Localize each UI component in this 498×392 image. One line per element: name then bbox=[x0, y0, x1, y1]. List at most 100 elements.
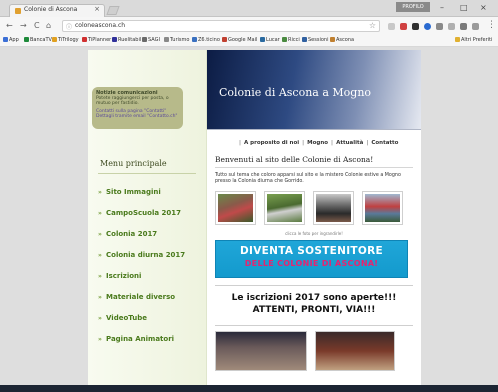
bookmark-item[interactable]: Ricci bbox=[282, 37, 300, 43]
notice-link[interactable]: Dettagli tramite email "Contatto.ch" bbox=[96, 114, 179, 119]
sostenitore-banner[interactable]: DIVENTA SOSTENITORE DELLE COLONIE DI ASC… bbox=[215, 240, 408, 278]
bookmark-label: TiTrilogy bbox=[58, 37, 79, 43]
browser-tab[interactable]: Colonie di Ascona × bbox=[9, 4, 105, 17]
site-title: Colonie di Ascona a Mogno bbox=[219, 86, 372, 99]
bookmark-label: Lucar bbox=[266, 37, 280, 43]
menu-item[interactable]: Colonia 2017 bbox=[98, 230, 204, 239]
bookmark-item[interactable]: Sessioni bbox=[302, 37, 328, 43]
info-icon[interactable]: ⓘ bbox=[66, 22, 72, 31]
bookmark-icon bbox=[222, 37, 227, 42]
bookmark-item[interactable]: TiPlanner bbox=[82, 37, 111, 43]
bookmark-label: Turismo bbox=[170, 37, 190, 43]
gallery-photo[interactable] bbox=[264, 191, 305, 225]
divider bbox=[215, 167, 413, 168]
photo-gallery bbox=[215, 191, 413, 227]
bookmark-item[interactable]: App bbox=[3, 37, 19, 43]
divider bbox=[215, 285, 413, 286]
menu-item[interactable]: Materiale diverso bbox=[98, 293, 204, 302]
extension-icon[interactable] bbox=[388, 23, 395, 30]
new-tab-button[interactable] bbox=[106, 6, 120, 15]
bookmark-item[interactable]: BancaTV bbox=[24, 37, 52, 43]
iscrizioni-line-1: Le iscrizioni 2017 sono aperte!!! bbox=[231, 293, 397, 303]
extension-icon[interactable] bbox=[448, 23, 455, 30]
extension-icon[interactable] bbox=[412, 23, 419, 30]
bookmark-icon bbox=[260, 37, 265, 42]
bookmark-label: Ruelitabil bbox=[118, 37, 142, 43]
menu-item[interactable]: Iscrizioni bbox=[98, 272, 204, 281]
nav-link[interactable]: A proposito di noi bbox=[244, 140, 299, 146]
menu-item[interactable]: Pagina Animatori bbox=[98, 335, 204, 344]
nav-link[interactable]: Contatto bbox=[371, 140, 398, 146]
thumbnail-image[interactable] bbox=[315, 331, 395, 371]
nav-link[interactable]: Attualità bbox=[336, 140, 363, 146]
bookmark-item[interactable]: SAGI bbox=[142, 37, 160, 43]
bookmark-item[interactable]: Ruelitabil bbox=[112, 37, 141, 43]
welcome-heading: Benvenuti al sito delle Colonie di Ascon… bbox=[215, 155, 374, 164]
extension-icon[interactable] bbox=[460, 23, 467, 30]
close-window-button[interactable]: × bbox=[480, 3, 487, 12]
thumbnail-image[interactable] bbox=[215, 331, 307, 371]
nav-separator: | bbox=[331, 140, 334, 146]
browser-toolbar: ← → C ⌂ ⓘ coloneascona.ch ☆ ⋮ bbox=[0, 17, 498, 36]
bookmark-icon bbox=[82, 37, 87, 42]
menu-title: Menu principale bbox=[100, 159, 167, 168]
address-bar[interactable]: ⓘ coloneascona.ch ☆ bbox=[62, 20, 380, 32]
bookmark-label: App bbox=[9, 37, 19, 43]
reload-button[interactable]: C bbox=[34, 21, 40, 30]
menu-item[interactable]: Sito Immagini bbox=[98, 188, 204, 197]
iscrizioni-heading: Le iscrizioni 2017 sono aperte!!! ATTENT… bbox=[215, 292, 413, 316]
minimize-button[interactable]: – bbox=[440, 3, 444, 12]
forward-button[interactable]: → bbox=[20, 21, 27, 30]
nav-separator: | bbox=[302, 140, 305, 146]
bookmark-star-icon[interactable]: ☆ bbox=[369, 21, 376, 30]
profile-button[interactable]: PROFILO bbox=[396, 2, 430, 12]
bookmark-label: Google Mail bbox=[228, 37, 258, 43]
bookmark-label: Altri Preferiti bbox=[461, 37, 493, 43]
bookmark-icon bbox=[455, 37, 460, 42]
extension-icon[interactable] bbox=[400, 23, 407, 30]
close-tab-icon[interactable]: × bbox=[94, 5, 100, 13]
gallery-photo[interactable] bbox=[215, 191, 256, 225]
bookmark-item[interactable]: Google Mail bbox=[222, 37, 257, 43]
nav-link[interactable]: Mogno bbox=[307, 140, 328, 146]
bookmark-label: Ricci bbox=[288, 37, 300, 43]
bookmark-label: Sessioni bbox=[308, 37, 329, 43]
os-taskbar bbox=[0, 385, 498, 392]
bookmark-icon bbox=[302, 37, 307, 42]
site-banner: Colonie di Ascona a Mogno bbox=[207, 50, 421, 130]
bookmark-icon bbox=[282, 37, 287, 42]
tab-bar: Colonie di Ascona × PROFILO – □ × bbox=[0, 0, 498, 17]
site-frame: Notizie comunicazioni Potete raggiungerc… bbox=[88, 50, 421, 392]
bookmark-icon bbox=[3, 37, 8, 42]
thumbnail-row bbox=[215, 331, 413, 371]
maximize-button[interactable]: □ bbox=[460, 3, 468, 12]
back-button[interactable]: ← bbox=[6, 21, 13, 30]
bookmark-item[interactable]: Lucar bbox=[260, 37, 280, 43]
main-content: Benvenuti al sito delle Colonie di Ascon… bbox=[215, 155, 413, 371]
bookmark-icon bbox=[52, 37, 57, 42]
bookmark-label: SAGI bbox=[148, 37, 160, 43]
bookmark-icon bbox=[112, 37, 117, 42]
menu-icon[interactable]: ⋮ bbox=[487, 20, 496, 30]
bookmark-item[interactable]: Turismo bbox=[164, 37, 189, 43]
bookmark-item[interactable]: Ascona bbox=[330, 37, 354, 43]
sidebar: Notizie comunicazioni Potete raggiungerc… bbox=[88, 50, 207, 392]
gallery-photo[interactable] bbox=[362, 191, 403, 225]
bookmark-icon bbox=[142, 37, 147, 42]
gallery-photo[interactable] bbox=[313, 191, 354, 225]
extension-icon[interactable] bbox=[436, 23, 443, 30]
extension-icon[interactable] bbox=[472, 23, 479, 30]
extension-icon[interactable] bbox=[424, 23, 431, 30]
nav-separator: | bbox=[239, 140, 242, 146]
bookmark-item[interactable]: Altri Preferiti bbox=[455, 37, 492, 43]
menu-item[interactable]: VideoTube bbox=[98, 314, 204, 323]
menu-item[interactable]: CampoScuola 2017 bbox=[98, 209, 204, 218]
gallery-caption: clicca le foto per ingrandirle! bbox=[285, 231, 343, 236]
home-button[interactable]: ⌂ bbox=[46, 21, 51, 30]
top-navigation: | A proposito di noi | Mogno | Attualità | Cont… bbox=[236, 140, 398, 146]
bookmark-item[interactable]: Z6.ticino bbox=[192, 37, 220, 43]
bookmark-label: Ascona bbox=[336, 37, 355, 43]
bookmark-icon bbox=[330, 37, 335, 42]
menu-item[interactable]: Colonia diurna 2017 bbox=[98, 251, 204, 260]
bookmark-item[interactable]: TiTrilogy bbox=[52, 37, 79, 43]
